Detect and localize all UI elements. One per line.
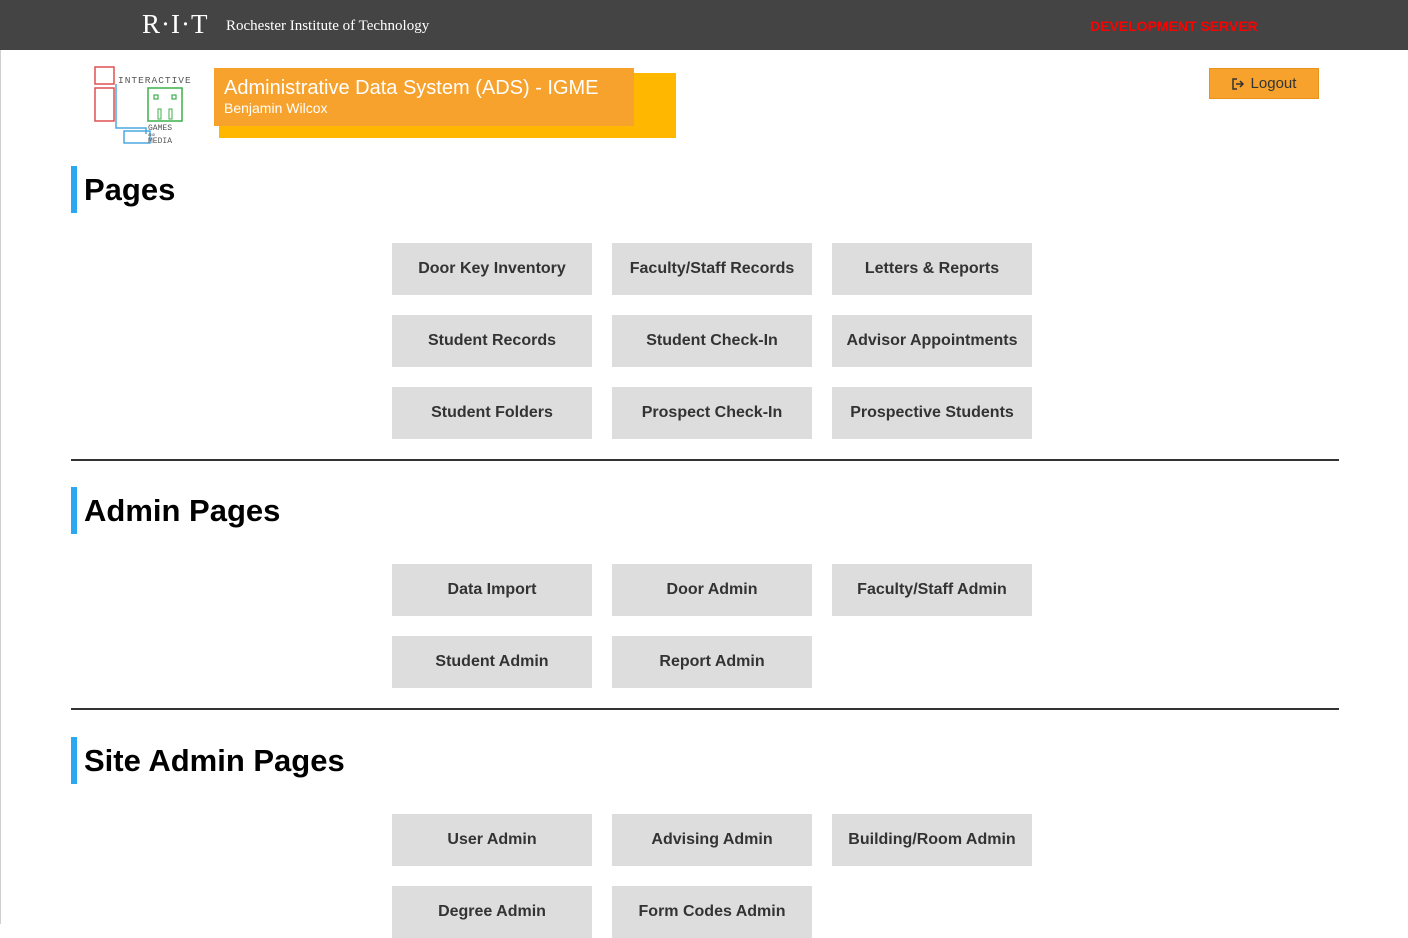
app-title: Administrative Data System (ADS) - IGME <box>224 77 599 99</box>
logout-label: Logout <box>1250 75 1297 92</box>
rit-logo[interactable]: R·I·T <box>142 9 208 39</box>
app-title-block: Administrative Data System (ADS) - IGME … <box>214 68 634 126</box>
student-admin-button[interactable]: Student Admin <box>392 636 592 688</box>
prospective-students-button[interactable]: Prospective Students <box>832 387 1032 439</box>
student-records-button[interactable]: Student Records <box>392 315 592 367</box>
logout-icon <box>1231 77 1244 90</box>
rit-institution-name[interactable]: Rochester Institute of Technology <box>226 17 429 35</box>
development-server-label: DEVELOPMENT SERVER <box>1090 18 1258 34</box>
degree-admin-button[interactable]: Degree Admin <box>392 886 592 938</box>
section-divider <box>71 708 1339 710</box>
report-admin-button[interactable]: Report Admin <box>612 636 812 688</box>
building-room-admin-button[interactable]: Building/Room Admin <box>832 814 1032 866</box>
faculty-staff-admin-button[interactable]: Faculty/Staff Admin <box>832 564 1032 616</box>
section-title-pages: Pages <box>71 166 175 213</box>
user-name: Benjamin Wilcox <box>224 100 328 116</box>
letters-reports-button[interactable]: Letters & Reports <box>832 243 1032 295</box>
advisor-appointments-button[interactable]: Advisor Appointments <box>832 315 1032 367</box>
door-admin-button[interactable]: Door Admin <box>612 564 812 616</box>
data-import-button[interactable]: Data Import <box>392 564 592 616</box>
student-folders-button[interactable]: Student Folders <box>392 387 592 439</box>
logo-text-media: MEDIA <box>148 137 172 146</box>
form-codes-admin-button[interactable]: Form Codes Admin <box>612 886 812 938</box>
section-divider <box>71 459 1339 461</box>
page-left-border <box>0 50 1 924</box>
section-title-site-admin-pages: Site Admin Pages <box>71 737 345 784</box>
door-key-inventory-button[interactable]: Door Key Inventory <box>392 243 592 295</box>
logo-text-games: GAMES <box>148 124 172 133</box>
logout-button[interactable]: Logout <box>1209 68 1319 99</box>
advising-admin-button[interactable]: Advising Admin <box>612 814 812 866</box>
student-check-in-button[interactable]: Student Check-In <box>612 315 812 367</box>
section-title-admin-pages: Admin Pages <box>71 487 280 534</box>
user-admin-button[interactable]: User Admin <box>392 814 592 866</box>
faculty-staff-records-button[interactable]: Faculty/Staff Records <box>612 243 812 295</box>
prospect-check-in-button[interactable]: Prospect Check-In <box>612 387 812 439</box>
logo-text-interactive: INTERACTIVE <box>118 75 192 86</box>
rit-header-bar: R·I·T Rochester Institute of Technology … <box>0 0 1408 50</box>
igm-logo[interactable]: INTERACTIVE GAMES AND MEDIA <box>88 64 198 146</box>
